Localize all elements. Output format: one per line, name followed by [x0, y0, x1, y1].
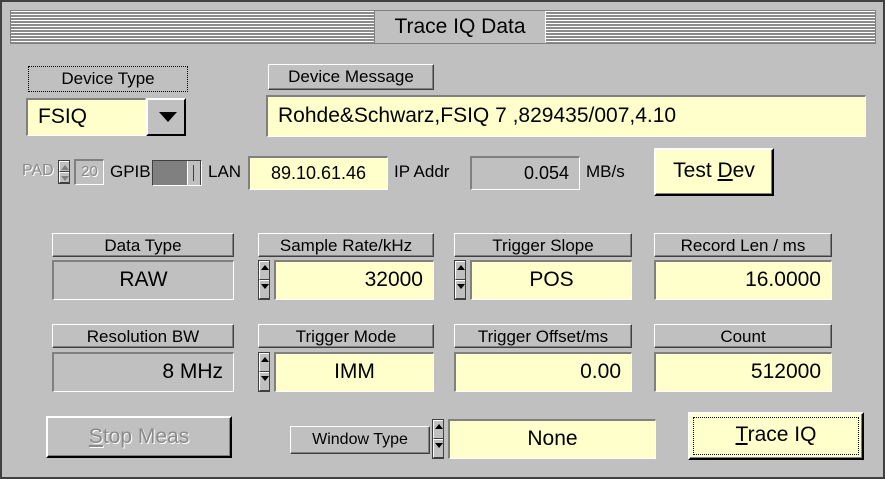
data-type-label: Data Type	[52, 233, 234, 257]
test-button-mnemonic: D	[717, 159, 733, 182]
ip-addr-label: IP Addr	[394, 162, 450, 181]
lan-label: LAN	[208, 162, 242, 181]
window-type-field[interactable]: None	[448, 419, 656, 459]
gpib-lan-toggle[interactable]	[152, 160, 202, 186]
spin-up-icon[interactable]	[433, 420, 443, 439]
spin-down-icon	[59, 172, 69, 183]
title-bar: Trace IQ Data	[10, 10, 876, 44]
trigger-mode-field[interactable]: IMM	[274, 352, 434, 392]
trigger-slope-field[interactable]: POS	[470, 260, 632, 300]
window-type-label: Window Type	[290, 426, 430, 454]
data-type-field: RAW	[52, 260, 234, 300]
ip-address-field[interactable]: 89.10.61.46	[248, 156, 388, 190]
spin-down-icon[interactable]	[455, 280, 465, 299]
spin-down-icon[interactable]	[433, 439, 443, 458]
sample-rate-label: Sample Rate/kHz	[258, 233, 434, 257]
test-device-button[interactable]: Test Dev	[654, 148, 774, 196]
spin-up-icon[interactable]	[455, 261, 465, 280]
sample-rate-spinner[interactable]	[258, 260, 270, 300]
trace-iq-panel: Trace IQ Data Device Type FSIQ Device Me…	[0, 0, 885, 479]
device-message-label: Device Message	[268, 64, 434, 90]
spin-up-icon	[59, 161, 69, 172]
test-button-suffix: ev	[732, 159, 755, 182]
spin-down-icon[interactable]	[259, 372, 269, 391]
trigger-slope-label: Trigger Slope	[454, 233, 632, 257]
spin-down-icon[interactable]	[259, 280, 269, 299]
chevron-down-icon[interactable]	[146, 98, 186, 136]
record-length-label: Record Len / ms	[654, 233, 832, 257]
stop-button-mnemonic: S	[88, 425, 103, 448]
count-field[interactable]: 512000	[654, 352, 832, 392]
toggle-knob	[187, 161, 201, 185]
trigger-offset-field[interactable]: 0.00	[454, 352, 632, 392]
pad-label: PAD	[22, 162, 54, 179]
spin-up-icon[interactable]	[259, 353, 269, 372]
trace-iq-button[interactable]: Trace IQ	[688, 412, 864, 460]
pad-field: 20	[74, 159, 104, 185]
resolution-bw-label: Resolution BW	[52, 324, 234, 348]
transfer-rate-field: 0.054	[470, 156, 580, 190]
stop-measurement-button[interactable]: Stop Meas	[46, 416, 232, 458]
trace-button-suffix: race IQ	[747, 423, 817, 446]
stop-button-suffix: top Meas	[102, 425, 190, 448]
record-length-field[interactable]: 16.0000	[654, 260, 832, 300]
device-message-field: Rohde&Schwarz,FSIQ 7 ,829435/007,4.10	[266, 95, 866, 137]
gpib-label: GPIB	[110, 162, 151, 181]
trace-button-mnemonic: T	[735, 423, 748, 446]
test-button-prefix: Test	[673, 159, 718, 182]
count-label: Count	[654, 324, 832, 348]
pad-spinner	[58, 160, 70, 184]
trigger-slope-spinner[interactable]	[454, 260, 466, 300]
trigger-mode-spinner[interactable]	[258, 352, 270, 392]
resolution-bw-field: 8 MHz	[52, 352, 234, 392]
rate-unit-label: MB/s	[586, 162, 625, 181]
window-title: Trace IQ Data	[374, 11, 546, 43]
sample-rate-field[interactable]: 32000	[274, 260, 434, 300]
window-type-spinner[interactable]	[432, 419, 444, 459]
spin-up-icon[interactable]	[259, 261, 269, 280]
trigger-offset-label: Trigger Offset/ms	[454, 324, 632, 348]
device-type-label: Device Type	[28, 66, 188, 92]
device-type-field[interactable]: FSIQ	[26, 98, 146, 136]
trigger-mode-label: Trigger Mode	[258, 324, 434, 348]
